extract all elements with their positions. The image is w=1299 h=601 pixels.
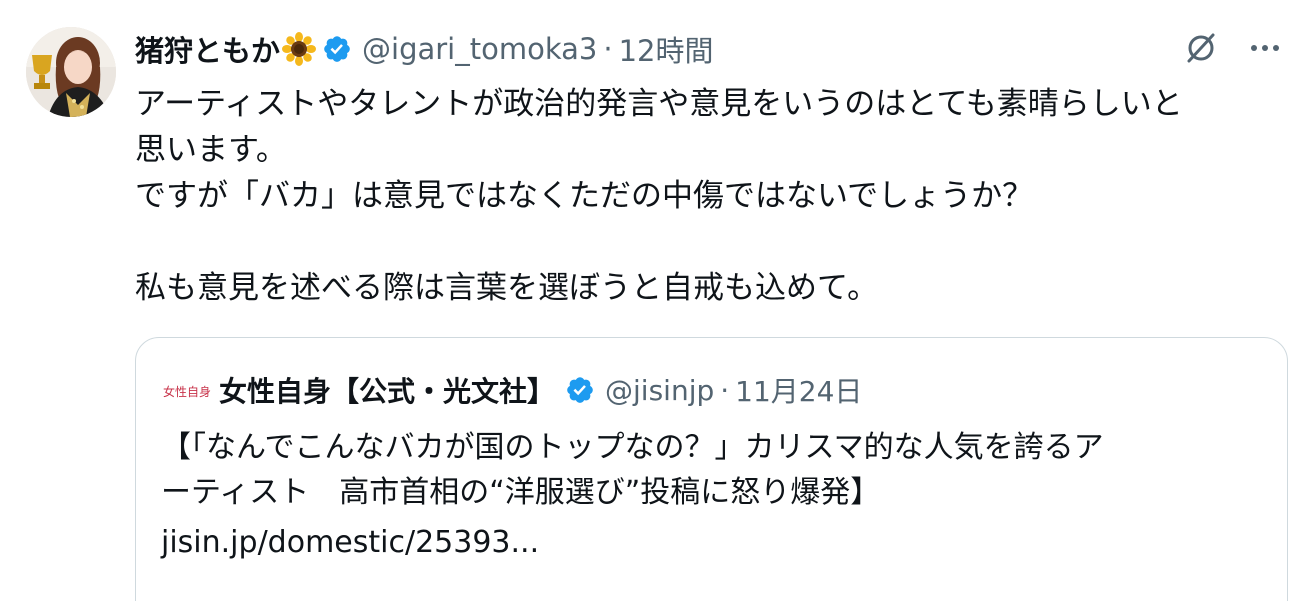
tweet-text: アーティストやタレントが政治的発言や意見をいうのはとても素晴らしいと 思います。… [135, 86, 1183, 306]
avatar-image [26, 27, 116, 117]
quoted-tweet-link[interactable]: jisin.jp/domestic/25393... [161, 525, 539, 560]
separator: · [603, 32, 613, 66]
quoted-author-handle[interactable]: @jisinjp [605, 374, 714, 407]
svg-text:女性自身: 女性自身 [163, 384, 211, 399]
verified-badge-icon[interactable] [322, 34, 352, 64]
quoted-separator: · [720, 373, 730, 407]
quoted-tweet[interactable]: 女性自身 女性自身【公式・光文社】 @jisinjp · 11月24日 【「なん… [135, 337, 1288, 601]
quoted-verified-badge-icon[interactable] [565, 375, 595, 405]
author-display-name[interactable]: 猪狩ともか [135, 28, 280, 70]
quoted-tweet-header: 女性自身 女性自身【公式・光文社】 @jisinjp · 11月24日 [163, 368, 862, 412]
more-icon[interactable] [1249, 32, 1281, 68]
tweet-actions [1183, 30, 1281, 70]
avatar[interactable] [26, 27, 116, 117]
author-handle[interactable]: @igari_tomoka3 [362, 32, 597, 66]
sunflower-icon [282, 32, 317, 66]
quoted-tweet-text: 【「なんでこんなバカが国のトップなの？」カリスマ的な人気を誇るア ーティスト 高… [161, 430, 1104, 510]
quoted-author-display-name[interactable]: 女性自身【公式・光文社】 [219, 370, 555, 410]
tweet[interactable]: 猪狩ともか @igari_tomoka3 · 12時間 アーティストやタレントが… [0, 0, 1299, 601]
grok-icon[interactable] [1183, 30, 1219, 70]
jisin-logo-icon[interactable]: 女性自身 [163, 377, 213, 403]
quoted-timestamp[interactable]: 11月24日 [735, 370, 862, 410]
tweet-header: 猪狩ともか @igari_tomoka3 · 12時間 [135, 27, 713, 71]
timestamp[interactable]: 12時間 [619, 28, 714, 70]
